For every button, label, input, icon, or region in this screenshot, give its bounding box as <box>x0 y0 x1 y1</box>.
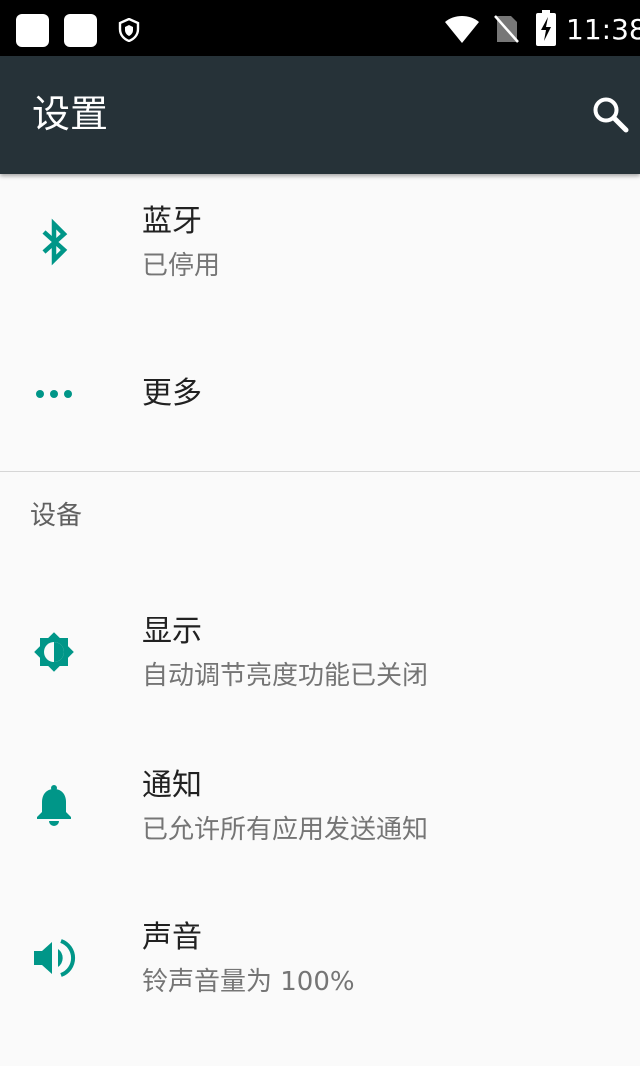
settings-item-title: 声音 <box>142 920 202 955</box>
settings-item-subtitle: 铃声音量为 100% <box>142 967 355 997</box>
settings-item-subtitle: 自动调节亮度功能已关闭 <box>142 661 429 691</box>
volume-icon <box>34 939 76 977</box>
settings-item-sound[interactable]: 声音 铃声音量为 100% <box>0 892 640 1032</box>
settings-item-title: 显示 <box>142 614 202 649</box>
bluetooth-icon <box>42 218 68 266</box>
section-header: 设备 <box>30 501 83 531</box>
settings-item-title: 更多 <box>142 376 202 411</box>
more-horiz-icon <box>36 390 72 398</box>
settings-item-title: 通知 <box>142 768 202 803</box>
wifi-icon <box>445 16 479 43</box>
brightness-icon <box>34 632 74 672</box>
status-bar: 11:38 <box>0 0 640 56</box>
status-bar-time: 11:38 <box>566 13 640 46</box>
settings-item-bluetooth[interactable]: 蓝牙 已停用 <box>0 176 640 316</box>
settings-item-title: 蓝牙 <box>142 204 202 239</box>
app-bar: 设置 <box>0 56 640 174</box>
notification-square-icon <box>64 14 97 47</box>
page-title: 设置 <box>32 92 109 136</box>
settings-item-notifications[interactable]: 通知 已允许所有应用发送通知 <box>0 740 640 880</box>
settings-item-display[interactable]: 显示 自动调节亮度功能已关闭 <box>0 586 640 726</box>
battery-charging-icon <box>536 10 556 46</box>
settings-item-subtitle: 已停用 <box>142 251 221 281</box>
search-icon[interactable] <box>590 94 630 134</box>
notification-square-icon <box>16 14 49 47</box>
settings-item-subtitle: 已允许所有应用发送通知 <box>142 815 429 845</box>
shield-icon <box>118 18 140 42</box>
settings-item-more[interactable]: 更多 <box>0 322 640 462</box>
section-divider <box>0 471 640 472</box>
no-sim-icon <box>494 15 519 43</box>
bell-icon <box>37 785 71 826</box>
